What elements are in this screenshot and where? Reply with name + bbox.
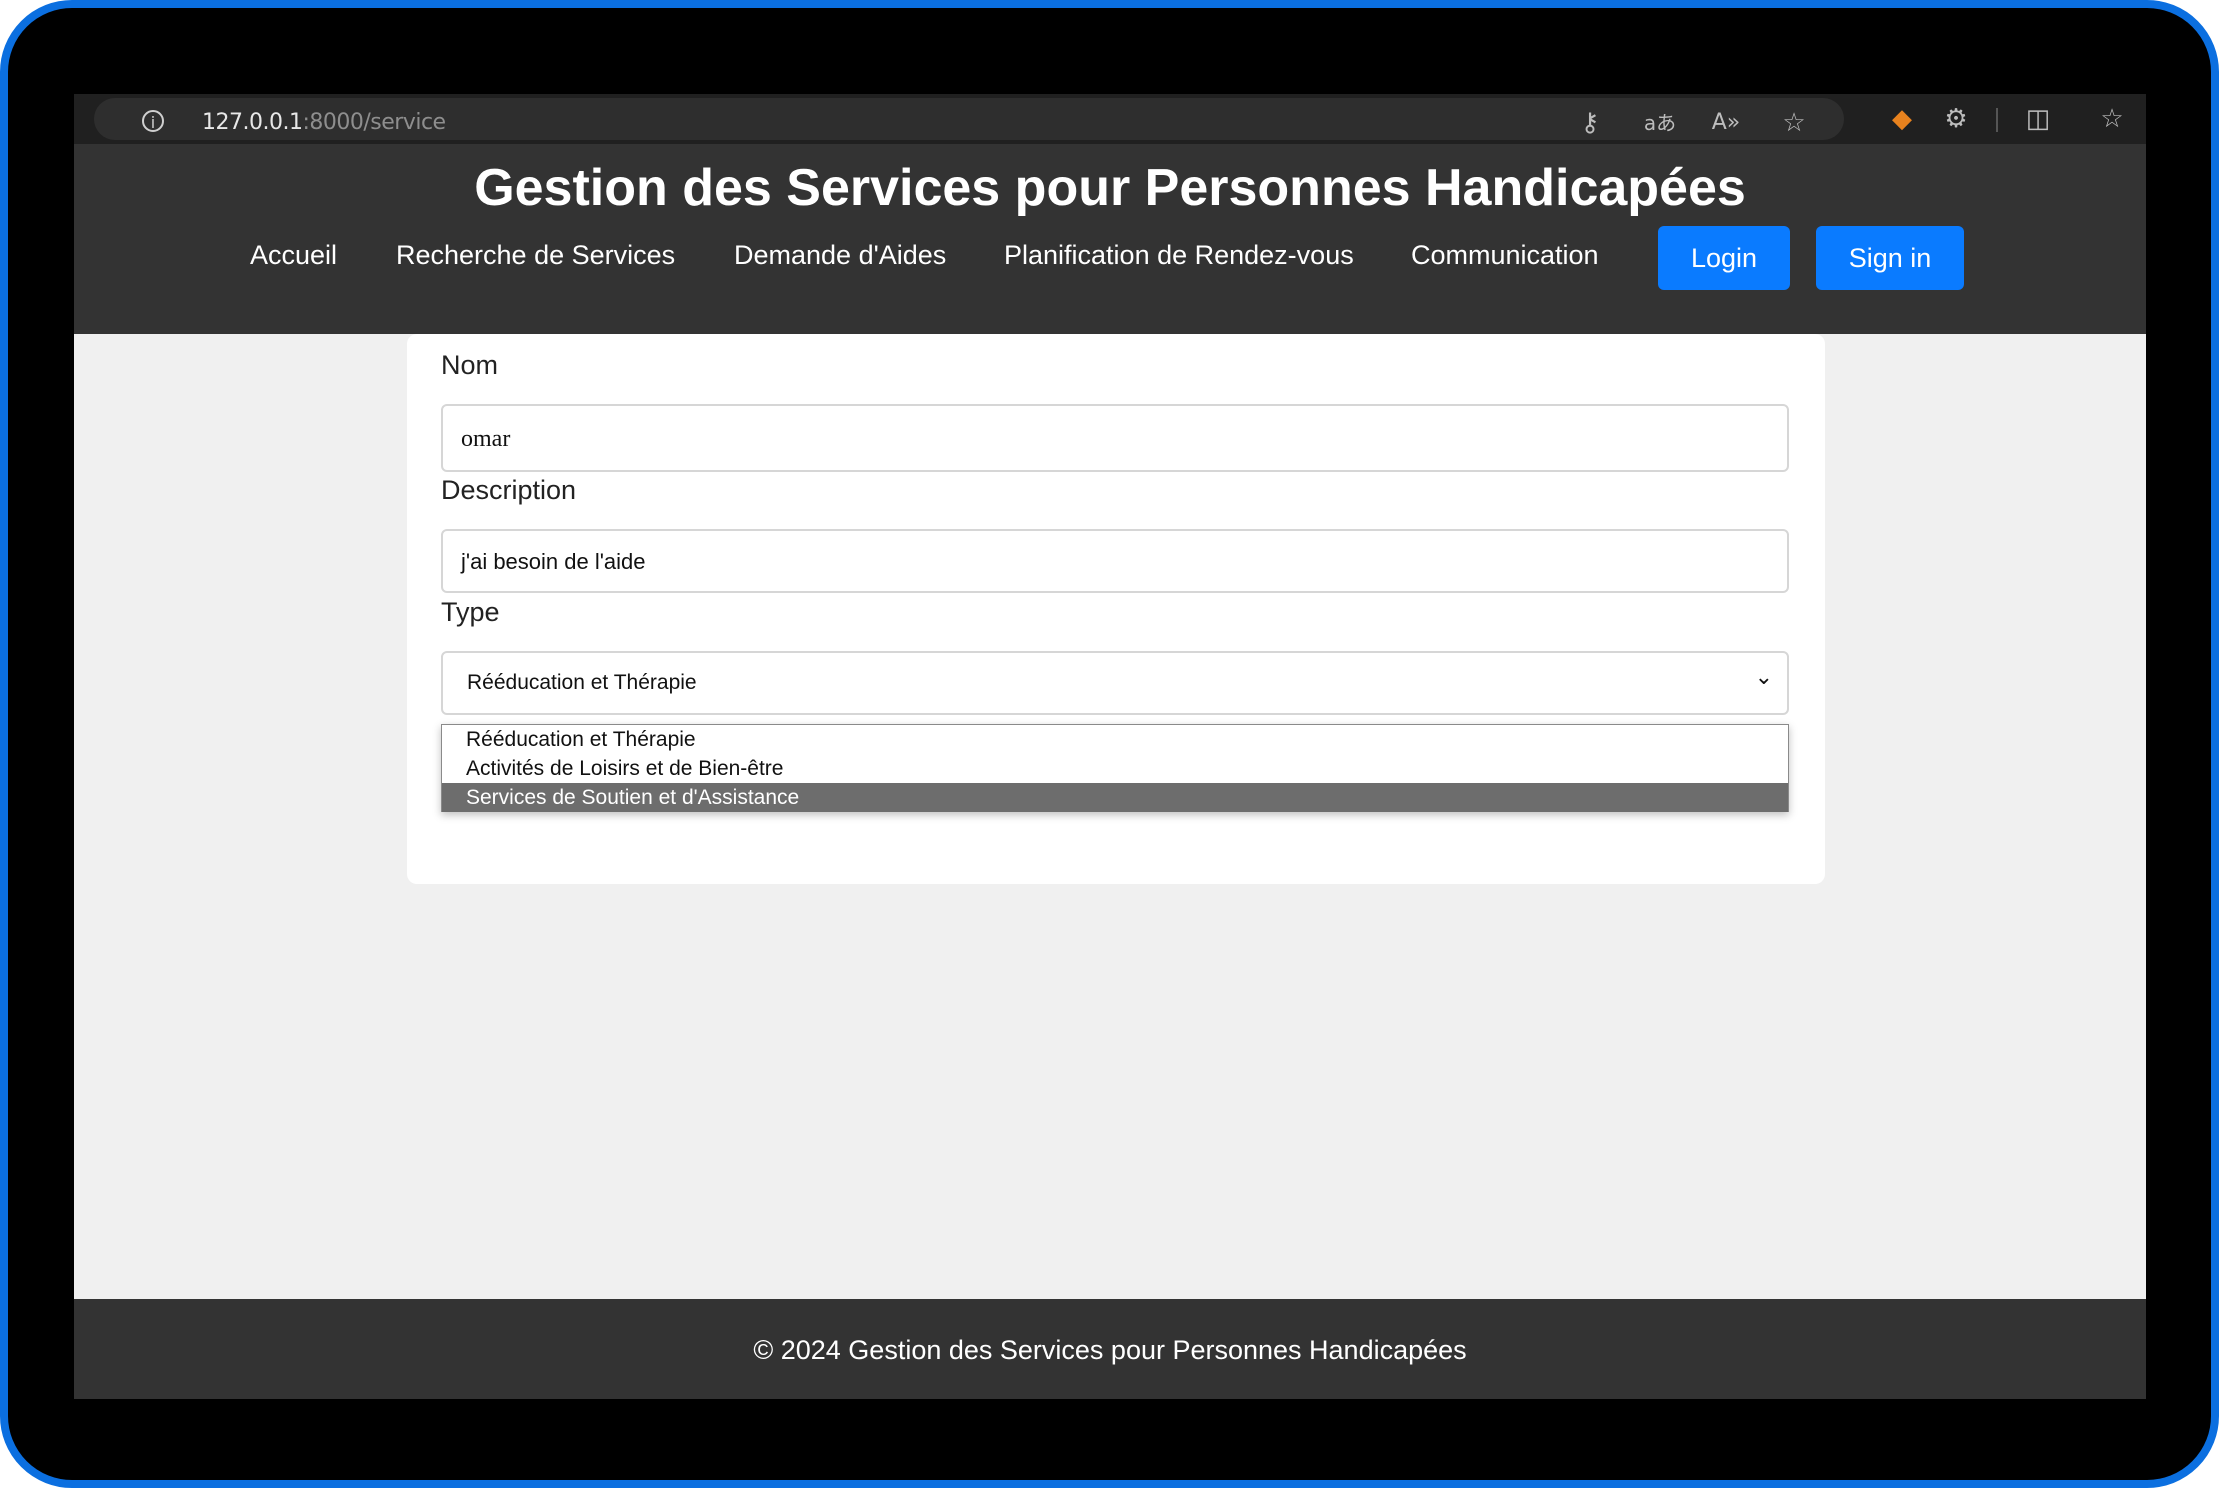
- nom-input[interactable]: omar: [441, 404, 1789, 472]
- favorites-list-icon[interactable]: ☆: [2092, 102, 2132, 136]
- metamask-fox-icon[interactable]: ◆: [1882, 102, 1922, 136]
- url-path: :8000/service: [302, 110, 446, 135]
- nav-communication[interactable]: Communication: [1411, 240, 1599, 271]
- site-title: Gestion des Services pour Personnes Hand…: [474, 159, 1746, 217]
- translate-icon[interactable]: aあ: [1640, 106, 1680, 140]
- extensions-icon[interactable]: ⚙: [1936, 102, 1976, 136]
- service-form-card: Nom omar Description j'ai besoin de l'ai…: [407, 334, 1825, 884]
- site-header: Gestion des Services pour Personnes Hand…: [74, 144, 2146, 334]
- type-selected-value: Rééducation et Thérapie: [467, 671, 697, 694]
- nav-planification-rdv[interactable]: Planification de Rendez-vous: [1004, 240, 1354, 271]
- browser-toolbar: i 127.0.0.1:8000/service ⚷ aあ A» ☆ ◆ ⚙ ◫…: [74, 94, 2146, 144]
- footer-copyright: © 2024 Gestion des Services pour Personn…: [753, 1335, 1467, 1365]
- nav-recherche-services[interactable]: Recherche de Services: [396, 240, 675, 271]
- url-host: 127.0.0.1: [202, 110, 303, 135]
- login-button[interactable]: Login: [1658, 226, 1790, 290]
- chevron-down-icon: ⌄: [1754, 665, 1773, 690]
- nav-demande-aides[interactable]: Demande d'Aides: [734, 240, 946, 271]
- info-icon[interactable]: i: [142, 110, 164, 132]
- type-option[interactable]: Activités de Loisirs et de Bien-être: [442, 754, 1788, 783]
- nav-accueil[interactable]: Accueil: [250, 240, 337, 271]
- favorite-star-icon[interactable]: ☆: [1774, 106, 1814, 140]
- address-bar[interactable]: i 127.0.0.1:8000/service ⚷ aあ A» ☆: [94, 98, 1844, 140]
- browser-window: i 127.0.0.1:8000/service ⚷ aあ A» ☆ ◆ ⚙ ◫…: [74, 94, 2146, 1399]
- type-label: Type: [441, 597, 500, 627]
- split-screen-icon[interactable]: ◫: [2018, 102, 2058, 136]
- description-input[interactable]: j'ai besoin de l'aide: [441, 529, 1789, 593]
- toolbar-separator: [1996, 108, 1998, 132]
- type-option-highlighted[interactable]: Services de Soutien et d'Assistance: [442, 783, 1788, 812]
- signin-button[interactable]: Sign in: [1816, 226, 1964, 290]
- description-value: j'ai besoin de l'aide: [461, 549, 646, 574]
- type-select[interactable]: Rééducation et Thérapie ⌄: [441, 651, 1789, 715]
- type-dropdown-list: Rééducation et Thérapie Activités de Loi…: [441, 724, 1789, 812]
- nom-value: omar: [461, 426, 511, 452]
- description-label: Description: [441, 475, 577, 505]
- type-option[interactable]: Rééducation et Thérapie: [442, 725, 1788, 754]
- url-text[interactable]: 127.0.0.1:8000/service: [202, 110, 446, 135]
- site-footer: © 2024 Gestion des Services pour Personn…: [74, 1299, 2146, 1399]
- read-aloud-icon[interactable]: A»: [1706, 106, 1746, 140]
- nom-label: Nom: [441, 350, 499, 380]
- key-icon[interactable]: ⚷: [1570, 106, 1610, 140]
- device-frame: i 127.0.0.1:8000/service ⚷ aあ A» ☆ ◆ ⚙ ◫…: [0, 0, 2219, 1488]
